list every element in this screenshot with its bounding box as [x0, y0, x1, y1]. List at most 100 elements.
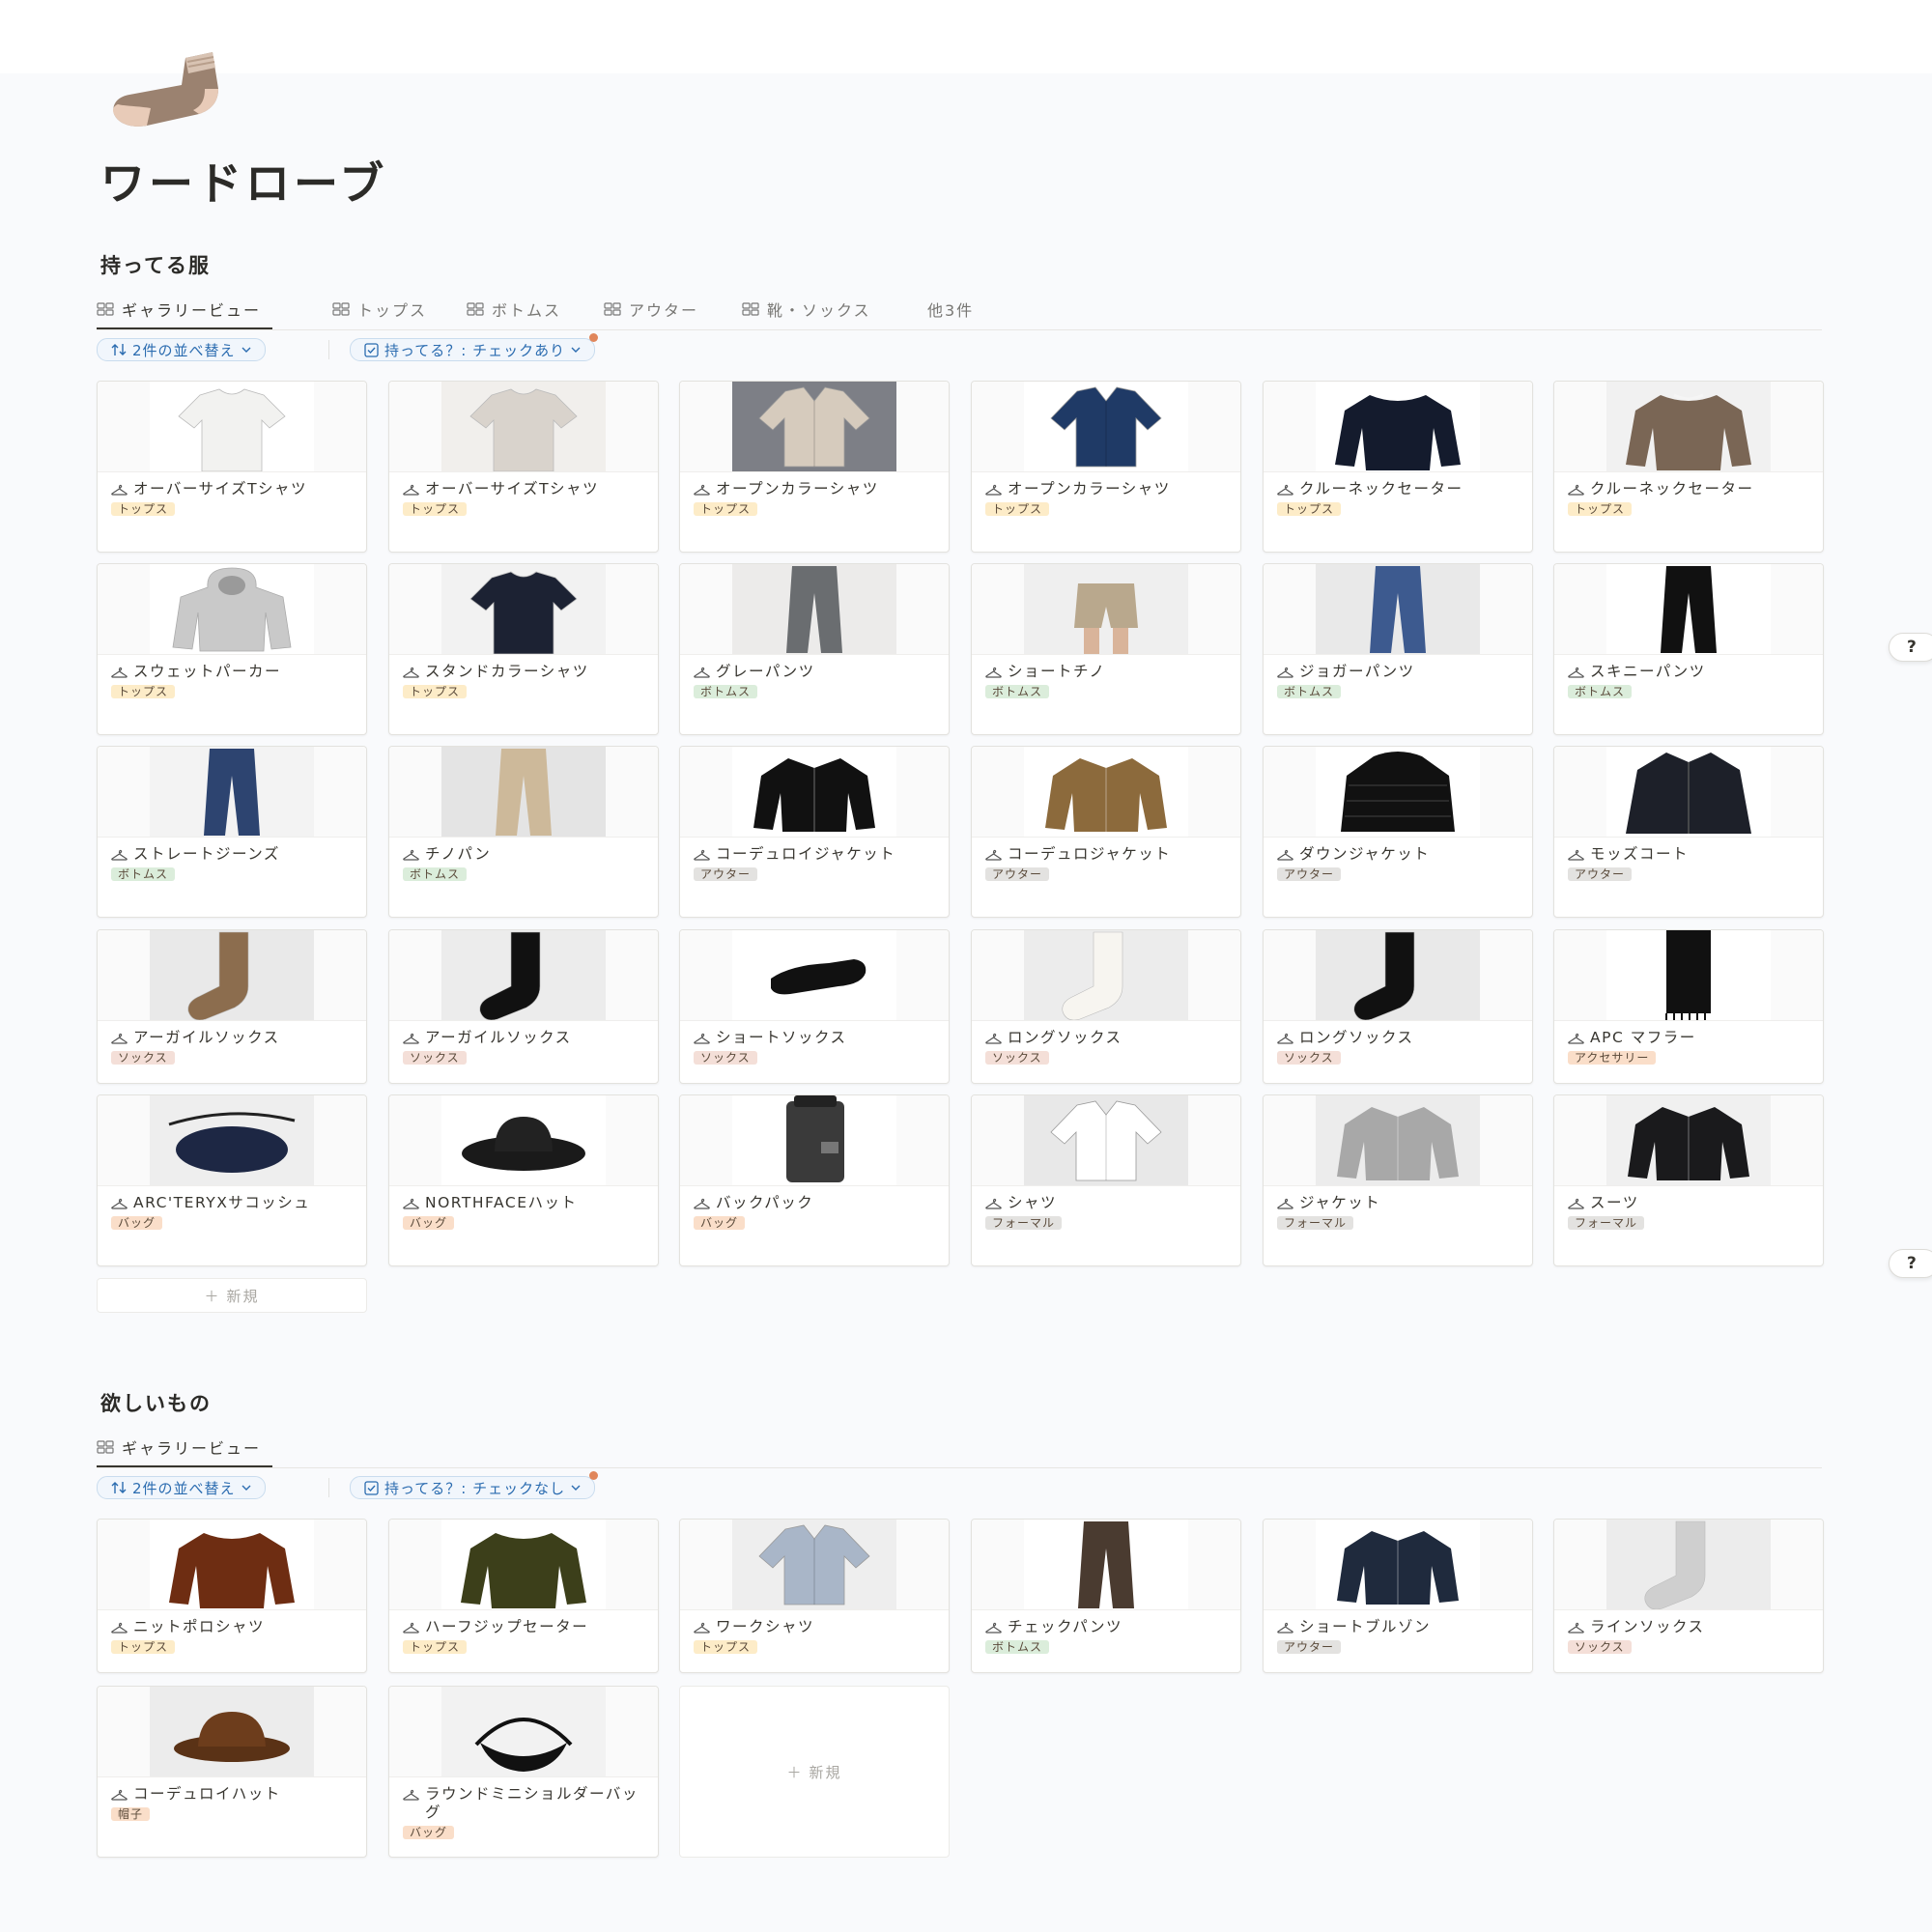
gallery-card[interactable]: スウェットパーカー トップス — [97, 563, 367, 735]
gallery-card[interactable]: オープンカラーシャツ トップス — [679, 381, 950, 553]
card-thumbnail — [680, 930, 949, 1021]
clothing-photo — [1024, 382, 1188, 471]
category-tag: トップス — [985, 502, 1050, 516]
gallery-card[interactable]: コーデュロイジャケット アウター — [679, 746, 950, 918]
card-thumbnail — [389, 747, 658, 838]
hanger-icon — [985, 1033, 1002, 1044]
gallery-card[interactable]: ARC'TERYXサコッシュ バッグ — [97, 1094, 367, 1266]
card-thumbnail — [680, 382, 949, 472]
tab-label: 他3件 — [927, 301, 975, 320]
wanted-view-tabs: ギャラリービュー — [97, 1429, 1822, 1468]
gallery-card[interactable]: ジョガーパンツ ボトムス — [1263, 563, 1533, 735]
clothing-photo — [1316, 747, 1480, 837]
card-title: クルーネックセーター — [1277, 480, 1519, 498]
hanger-icon — [694, 1622, 710, 1634]
gallery-card[interactable]: ニットポロシャツ トップス — [97, 1519, 367, 1673]
tab-gallery-view[interactable]: ギャラリービュー — [97, 291, 273, 329]
wanted-new-card[interactable]: ＋新規 — [679, 1686, 950, 1858]
category-tag: バッグ — [403, 1216, 455, 1230]
card-thumbnail — [98, 747, 366, 838]
category-tag: トップス — [1568, 502, 1633, 516]
hanger-icon — [1568, 1622, 1584, 1634]
tab-view-5[interactable]: 他3件 — [927, 291, 974, 327]
gallery-card[interactable]: NORTHFACEハット バッグ — [388, 1094, 659, 1266]
hanger-icon — [694, 667, 710, 678]
category-tag: ソックス — [1568, 1640, 1632, 1654]
gallery-card[interactable]: グレーパンツ ボトムス — [679, 563, 950, 735]
gallery-card[interactable]: シャツ フォーマル — [971, 1094, 1241, 1266]
card-title: ダウンジャケット — [1277, 845, 1519, 864]
gallery-card[interactable]: APC マフラー アクセサリー — [1553, 929, 1824, 1084]
clothing-photo — [1316, 382, 1480, 471]
sort-button[interactable]: 2件の並べ替え — [97, 338, 266, 361]
hanger-icon — [1277, 849, 1293, 861]
gallery-card[interactable]: バックパック バッグ — [679, 1094, 950, 1266]
gallery-card[interactable]: クルーネックセーター トップス — [1263, 381, 1533, 553]
card-thumbnail — [972, 382, 1240, 472]
hanger-icon — [111, 1789, 128, 1801]
gallery-card[interactable]: ショートブルゾン アウター — [1263, 1519, 1533, 1673]
help-button[interactable]: ? — [1889, 1249, 1932, 1278]
gallery-card[interactable]: ショートソックス ソックス — [679, 929, 950, 1084]
category-tag: フォーマル — [1277, 1216, 1354, 1230]
tab-label: ギャラリービュー — [122, 301, 262, 320]
owned-new-button[interactable]: ＋新規 — [97, 1278, 367, 1313]
card-title: アーガイルソックス — [403, 1029, 644, 1047]
gallery-card[interactable]: アーガイルソックス ソックス — [97, 929, 367, 1084]
gallery-card[interactable]: ラウンドミニショルダーバッグ バッグ — [388, 1686, 659, 1858]
card-title: グレーパンツ — [694, 663, 935, 681]
filter-owned-unchecked[interactable]: 持ってる？: チェックなし — [350, 1471, 599, 1499]
gallery-card[interactable]: オーバーサイズTシャツ トップス — [388, 381, 659, 553]
card-title: ラインソックス — [1568, 1618, 1809, 1636]
gallery-card[interactable]: ダウンジャケット アウター — [1263, 746, 1533, 918]
sock-page-icon[interactable] — [97, 50, 222, 128]
hanger-icon — [111, 849, 128, 861]
gallery-card[interactable]: ワークシャツ トップス — [679, 1519, 950, 1673]
filter-owned-checked[interactable]: 持ってる？: チェックあり — [350, 333, 599, 361]
card-title: スキニーパンツ — [1568, 663, 1809, 681]
gallery-card[interactable]: モッズコート アウター — [1553, 746, 1824, 918]
help-button[interactable]: ? — [1889, 633, 1932, 662]
card-title: スタンドカラーシャツ — [403, 663, 644, 681]
gallery-card[interactable]: ロングソックス ソックス — [971, 929, 1241, 1084]
clothing-photo — [732, 382, 896, 471]
card-thumbnail — [98, 382, 366, 472]
tab-view-1[interactable]: トップス — [332, 291, 427, 327]
category-tag: ソックス — [1277, 1051, 1341, 1065]
gallery-card[interactable]: ジャケットフォーマル — [1263, 1094, 1533, 1266]
gallery-icon — [332, 302, 350, 316]
gallery-card[interactable]: コーデュロジャケット アウター — [971, 746, 1241, 918]
tab-view-4[interactable]: 靴・ソックス — [742, 291, 871, 327]
gallery-card[interactable]: ハーフジップセーター トップス — [388, 1519, 659, 1673]
gallery-card[interactable]: ショートチノ ボトムス — [971, 563, 1241, 735]
card-title: ジャケット — [1277, 1194, 1519, 1212]
card-title: スーツ — [1568, 1194, 1809, 1212]
tab-view-3[interactable]: アウター — [604, 291, 698, 327]
sort-icon — [111, 1482, 127, 1493]
hanger-icon — [1568, 484, 1584, 496]
page-cover — [0, 0, 1932, 126]
gallery-card[interactable]: オーバーサイズTシャツ トップス — [97, 381, 367, 553]
gallery-card[interactable]: ロングソックス ソックス — [1263, 929, 1533, 1084]
gallery-card[interactable]: チノパン ボトムス — [388, 746, 659, 918]
tab-view-2[interactable]: ボトムス — [467, 291, 561, 327]
checkbox-icon — [364, 342, 379, 357]
gallery-card[interactable]: コーデュロイハット 帽子 — [97, 1686, 367, 1858]
gallery-card[interactable]: ラインソックスソックス — [1553, 1519, 1824, 1673]
gallery-card[interactable]: アーガイルソックス ソックス — [388, 929, 659, 1084]
gallery-card[interactable]: クルーネックセーター トップス — [1553, 381, 1824, 553]
clothing-photo — [441, 1520, 606, 1609]
gallery-card[interactable]: スタンドカラーシャツ トップス — [388, 563, 659, 735]
gallery-card[interactable]: スキニーパンツ ボトムス — [1553, 563, 1824, 735]
tab-gallery-view[interactable]: ギャラリービュー — [97, 1429, 273, 1467]
gallery-card[interactable]: スーツ フォーマル — [1553, 1094, 1824, 1266]
clothing-photo — [441, 747, 606, 837]
gallery-card[interactable]: オープンカラーシャツ トップス — [971, 381, 1241, 553]
sort-button[interactable]: 2件の並べ替え — [97, 1476, 266, 1499]
gallery-card[interactable]: ストレートジーンズ ボトムス — [97, 746, 367, 918]
gallery-card[interactable]: チェックパンツ ボトムス — [971, 1519, 1241, 1673]
page-title: ワードローブ — [100, 157, 388, 210]
hanger-icon — [1277, 1033, 1293, 1044]
filter-active-dot — [589, 1471, 599, 1480]
sort-icon — [111, 344, 127, 355]
